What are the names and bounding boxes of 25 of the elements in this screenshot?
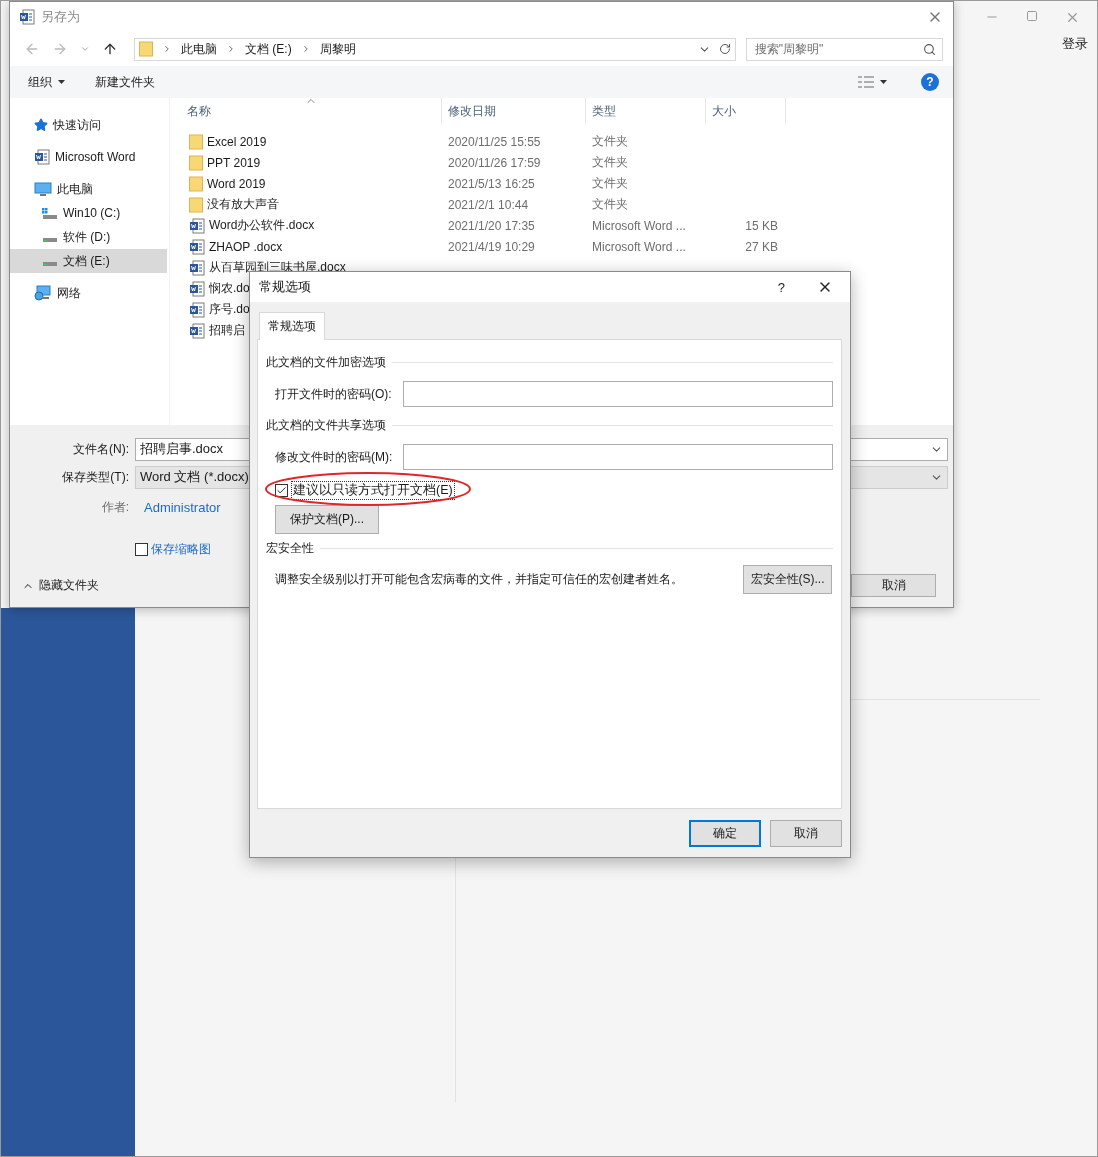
table-cell-text: 2021/2/1 10:44 bbox=[447, 197, 530, 212]
dialog-title: 常规选项 bbox=[259, 278, 311, 296]
field-label: 打开文件时的密码(O): bbox=[275, 385, 393, 403]
table-cell-text: 2020/11/25 15:55 bbox=[447, 134, 542, 149]
table-cell-text: 15 KB bbox=[744, 218, 779, 233]
table-cell-text: 文件夹 bbox=[591, 133, 629, 150]
window-title: 另存为 bbox=[41, 8, 80, 26]
field-label: 修改文件时的密码(M): bbox=[275, 448, 394, 466]
field-label: 文件名(N): bbox=[72, 440, 130, 458]
description-text: 调整安全级别以打开可能包含宏病毒的文件，并指定可信任的宏创建者姓名。 bbox=[275, 571, 683, 588]
table-cell-text: 文件夹 bbox=[591, 196, 629, 213]
section-heading: 此文档的文件共享选项 bbox=[266, 417, 386, 434]
field-label: 保存类型(T): bbox=[61, 468, 130, 486]
table-cell-text: 文件夹 bbox=[591, 175, 629, 192]
table-cell-text: 文件夹 bbox=[591, 154, 629, 171]
table-cell-text: Microsoft Word ... bbox=[591, 218, 687, 233]
table-cell-text: Microsoft Word ... bbox=[591, 239, 687, 254]
section-heading: 此文档的文件加密选项 bbox=[266, 354, 386, 371]
table-cell-text: 27 KB bbox=[744, 239, 779, 254]
table-cell-text: 2021/4/19 10:29 bbox=[447, 239, 536, 254]
table-cell-text: 2020/11/26 17:59 bbox=[447, 155, 542, 170]
table-cell-text: 2021/5/13 16:25 bbox=[447, 176, 536, 191]
field-label: 作者: bbox=[100, 498, 130, 516]
section-heading: 宏安全性 bbox=[266, 540, 314, 557]
table-cell-text: 2021/1/20 17:35 bbox=[447, 218, 536, 233]
